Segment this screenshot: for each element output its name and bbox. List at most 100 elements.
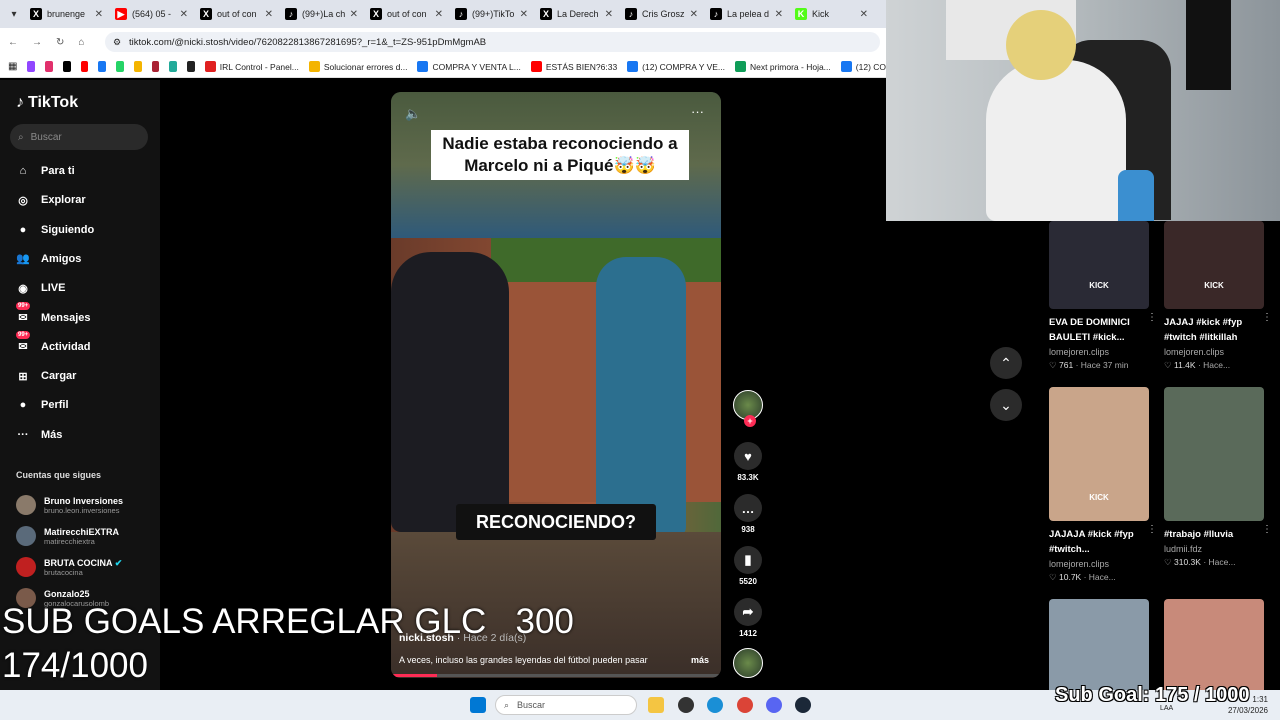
browser-tab[interactable]: K Kick ✕	[789, 2, 874, 26]
video-options-icon[interactable]: ···	[691, 104, 704, 119]
save-button[interactable]: ▮ 5520	[730, 546, 766, 586]
file-explorer-icon[interactable]	[648, 697, 664, 713]
close-tab-icon[interactable]: ✕	[265, 9, 273, 20]
nav-item-amigos[interactable]: 👥 Amigos	[14, 247, 154, 271]
bookmark-item[interactable]: ESTÁS BIEN?6:33	[530, 61, 617, 72]
chrome-icon[interactable]	[737, 697, 753, 713]
following-account[interactable]: Bruno Inversiones bruno.leon.inversiones	[16, 492, 156, 518]
previous-video-button[interactable]: ⌃	[990, 347, 1022, 379]
music-disc-button[interactable]	[730, 648, 766, 678]
following-account[interactable]: MatirecchiEXTRA matirecchiextra	[16, 523, 156, 549]
nav-item-mensajes[interactable]: ✉ 99+ Mensajes	[14, 301, 154, 330]
video-user[interactable]: lomejoren.clips	[1049, 559, 1149, 569]
video-thumbnail[interactable]	[1164, 387, 1264, 521]
facebook-bookmark-icon[interactable]	[98, 61, 107, 72]
steam-icon[interactable]	[795, 697, 811, 713]
twitch-bookmark-icon[interactable]	[27, 61, 36, 72]
bookmark-item[interactable]: COMPRA Y VENTA L...	[417, 61, 521, 72]
tiktok-logo[interactable]: ♪ TikTok	[16, 94, 78, 112]
browser-tab[interactable]: ♪ La pelea d ✕	[704, 2, 789, 26]
apps-grid-icon[interactable]: ▦	[8, 61, 17, 72]
following-account[interactable]: BRUTA COCINA ✔ brutacocina	[16, 554, 156, 580]
search-input[interactable]: ⌕ Buscar	[10, 124, 148, 150]
bookmark-item[interactable]: IRL Control - Panel...	[204, 61, 299, 72]
browser-tab[interactable]: ▶ (564) 05 - ✕	[109, 2, 194, 26]
like-button[interactable]: ♥ 83.3K	[730, 442, 766, 482]
bookmark-icon[interactable]	[151, 61, 160, 72]
site-info-icon[interactable]: ⚙	[113, 37, 121, 48]
browser-tab[interactable]: Xout of con ✕	[364, 2, 449, 26]
close-tab-icon[interactable]: ✕	[605, 9, 613, 20]
close-tab-icon[interactable]: ✕	[95, 9, 103, 20]
video-title[interactable]: JAJAJA #kick #fyp #twitch...	[1049, 527, 1141, 557]
video-user[interactable]: ludmii.fdz	[1164, 544, 1264, 554]
tab-search-dropdown-icon[interactable]: ▾	[4, 9, 24, 20]
browser-tab[interactable]: ♪ (99+)La ch ✕	[279, 2, 364, 26]
edge-icon[interactable]	[707, 697, 723, 713]
forward-icon[interactable]: →	[32, 37, 42, 48]
comment-button[interactable]: … 938	[730, 494, 766, 534]
instagram-bookmark-icon[interactable]	[45, 61, 53, 72]
x-bookmark-icon[interactable]	[62, 61, 71, 72]
close-tab-icon[interactable]: ✕	[520, 9, 528, 20]
video-card[interactable]: KICK JAJAJ #kick #fyp #twitch #litkillah l…	[1164, 221, 1272, 371]
bookmark-item[interactable]: Next primora - Hoja...	[735, 61, 831, 72]
whatsapp-bookmark-icon[interactable]	[116, 61, 124, 72]
back-icon[interactable]: ←	[8, 37, 18, 48]
author-avatar[interactable]: +	[733, 390, 763, 427]
close-tab-icon[interactable]: ✕	[775, 9, 783, 20]
mute-icon[interactable]: 🔈	[405, 106, 421, 122]
video-title[interactable]: #trabajo #lluvia	[1164, 527, 1256, 542]
video-card[interactable]: #trabajo #lluvia ludmii.fdz ♡ 310.3K · Hac…	[1164, 387, 1272, 568]
bookmark-item[interactable]: (12) CO	[840, 61, 886, 72]
nav-item-explorar[interactable]: ◎ Explorar	[14, 188, 154, 212]
nav-item-más[interactable]: ··· Más	[14, 423, 154, 447]
youtube-bookmark-icon[interactable]	[80, 61, 89, 72]
bookmark-item[interactable]: Solucionar errores d...	[308, 61, 407, 72]
browser-tab[interactable]: Xbrunenge ✕	[24, 2, 109, 26]
app-icon[interactable]	[678, 697, 694, 713]
close-tab-icon[interactable]: ✕	[860, 9, 868, 20]
card-options-icon[interactable]: ⋮	[1147, 524, 1157, 535]
video-player[interactable]: Nadie estaba reconociendo a Marcelo ni a…	[391, 92, 721, 678]
home-icon[interactable]: ⌂	[78, 37, 84, 48]
card-options-icon[interactable]: ⋮	[1262, 312, 1272, 323]
nav-item-cargar[interactable]: ⊞ Cargar	[14, 364, 154, 388]
browser-tab[interactable]: ♪ Cris Grosz ✕	[619, 2, 704, 26]
video-user[interactable]: lomejoren.clips	[1164, 347, 1264, 357]
card-options-icon[interactable]: ⋮	[1147, 312, 1157, 323]
url-field[interactable]: ⚙ tiktok.com/@nicki.stosh/video/76208228…	[105, 32, 880, 52]
nav-item-live[interactable]: ◉ LIVE	[14, 276, 154, 300]
card-options-icon[interactable]: ⋮	[1262, 524, 1272, 535]
more-link[interactable]: más	[691, 655, 709, 665]
video-progress-bar[interactable]	[391, 674, 721, 677]
video-thumbnail[interactable]: KICK	[1164, 221, 1264, 309]
discord-icon[interactable]	[766, 697, 782, 713]
nav-item-siguiendo[interactable]: ● Siguiendo	[14, 218, 154, 242]
windows-bookmark-icon[interactable]	[133, 61, 142, 72]
nav-item-para-ti[interactable]: ⌂ Para ti	[14, 159, 154, 183]
windows-start-icon[interactable]	[470, 697, 486, 713]
video-title[interactable]: EVA DE DOMINICI BAULETI #kick...	[1049, 315, 1141, 345]
reload-icon[interactable]: ↻	[56, 37, 64, 48]
taskbar-search[interactable]: ⌕ Buscar	[495, 695, 637, 715]
video-thumbnail[interactable]: KICK	[1049, 221, 1149, 309]
video-card[interactable]: KICK EVA DE DOMINICI BAULETI #kick... lome…	[1049, 221, 1157, 371]
close-tab-icon[interactable]: ✕	[690, 9, 698, 20]
browser-tab[interactable]: ♪ (99+)TikTo ✕	[449, 2, 534, 26]
close-tab-icon[interactable]: ✕	[180, 9, 188, 20]
share-button[interactable]: ➦ 1412	[730, 598, 766, 638]
video-user[interactable]: lomejoren.clips	[1049, 347, 1149, 357]
video-title[interactable]: JAJAJ #kick #fyp #twitch #litkillah	[1164, 315, 1256, 345]
close-tab-icon[interactable]: ✕	[435, 9, 443, 20]
bookmark-icon[interactable]	[187, 61, 195, 72]
next-video-button[interactable]: ⌄	[990, 389, 1022, 421]
nav-item-actividad[interactable]: ✉ 99+ Actividad	[14, 330, 154, 359]
follow-plus-icon[interactable]: +	[744, 415, 756, 427]
bookmark-item[interactable]: (12) COMPRA Y VE...	[627, 61, 725, 72]
close-tab-icon[interactable]: ✕	[350, 9, 358, 20]
author-avatar-button[interactable]: +	[730, 390, 766, 427]
video-card[interactable]: KICK JAJAJA #kick #fyp #twitch... lomejore…	[1049, 387, 1157, 583]
browser-tab[interactable]: X La Derech ✕	[534, 2, 619, 26]
nav-item-perfil[interactable]: ● Perfil	[14, 393, 154, 417]
